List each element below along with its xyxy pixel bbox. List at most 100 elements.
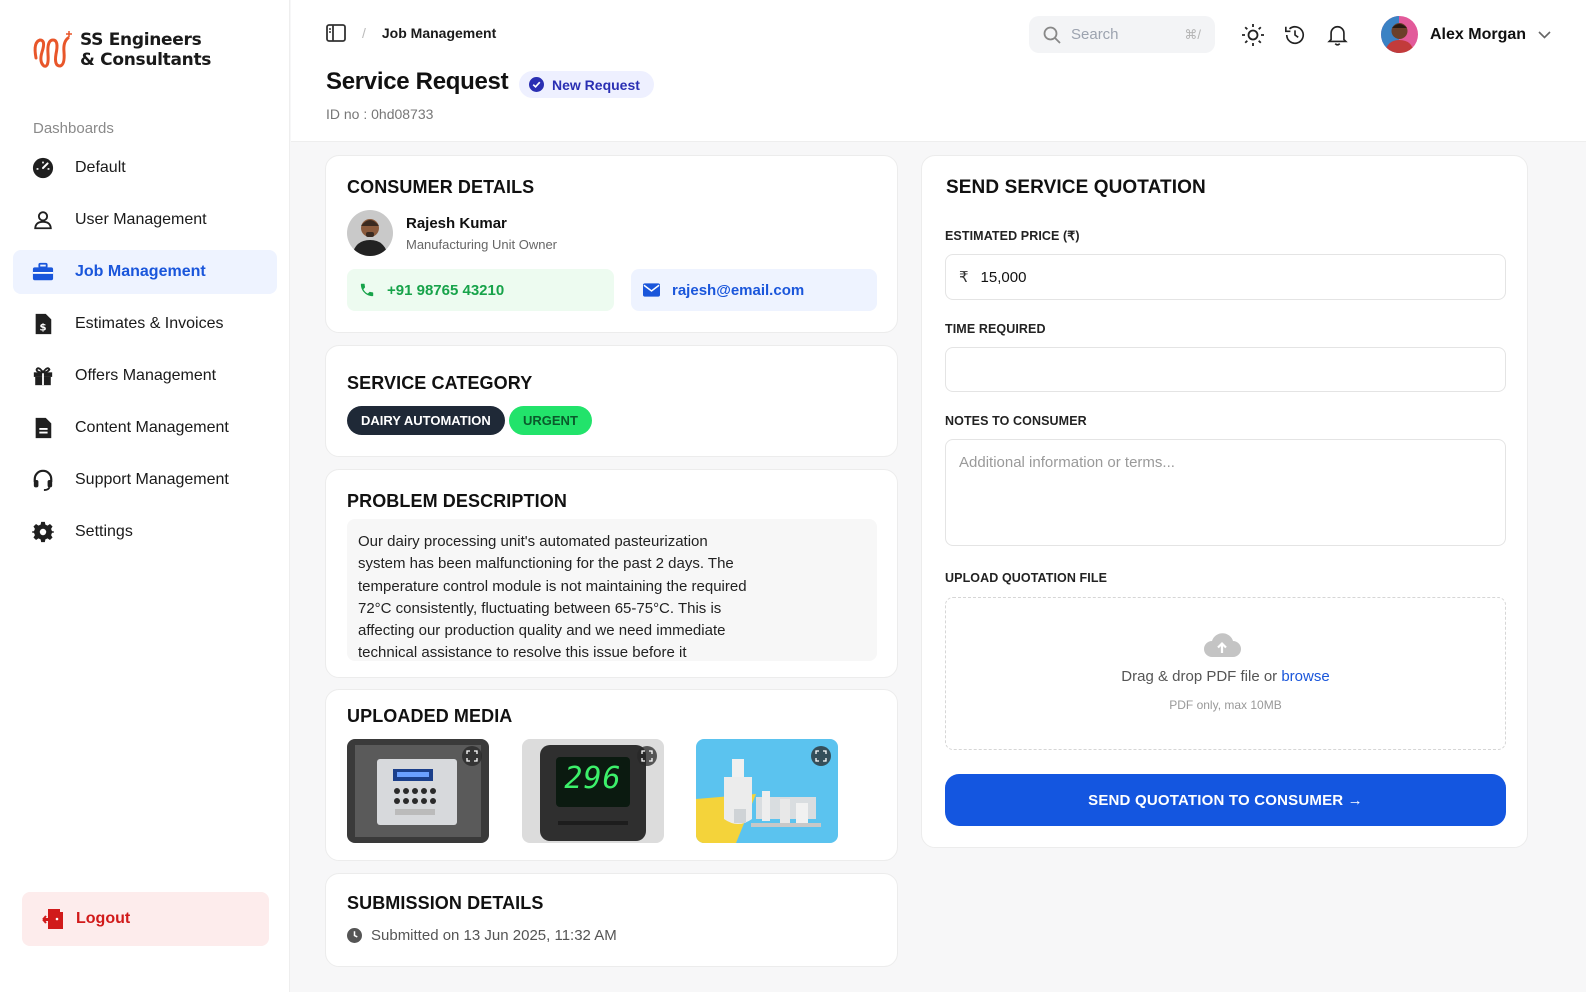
cloud-upload-icon <box>1204 633 1241 657</box>
file-dropzone[interactable]: Drag & drop PDF file or browse PDF only,… <box>945 597 1506 750</box>
history-icon[interactable] <box>1282 22 1308 48</box>
consumer-email-text: rajesh@email.com <box>672 281 805 299</box>
notification-bell-icon[interactable] <box>1324 22 1350 48</box>
sidebar-item-settings[interactable]: Settings <box>13 510 277 554</box>
urgent-tag: URGENT <box>509 406 592 435</box>
brand-name: SS Engineers & Consultants <box>80 30 212 70</box>
sidebar-item-label: Job Management <box>75 263 206 280</box>
service-category-card: SERVICE CATEGORY DAIRY AUTOMATION URGENT <box>325 345 898 457</box>
time-required-input[interactable] <box>945 347 1506 392</box>
submission-timestamp: Submitted on 13 Jun 2025, 11:32 AM <box>347 927 617 944</box>
invoice-icon: $ <box>31 312 55 336</box>
sidebar-item-label: User Management <box>75 211 207 228</box>
media-thumbnail[interactable] <box>347 739 489 843</box>
estimated-price-value: 15,000 <box>980 268 1027 286</box>
browse-link[interactable]: browse <box>1281 668 1329 685</box>
send-quotation-card: SEND SERVICE QUOTATION ESTIMATED PRICE (… <box>921 155 1528 848</box>
notes-placeholder: Additional information or terms... <box>959 454 1175 471</box>
breadcrumb-current[interactable]: Job Management <box>382 25 496 41</box>
search-placeholder: Search <box>1071 26 1119 43</box>
user-menu[interactable]: Alex Morgan <box>1381 16 1551 53</box>
sidebar-item-offers-management[interactable]: Offers Management <box>13 354 277 398</box>
dropzone-hint: PDF only, max 10MB <box>1169 698 1282 712</box>
consumer-role: Manufacturing Unit Owner <box>406 236 558 252</box>
submission-details-card: SUBMISSION DETAILS Submitted on 13 Jun 2… <box>325 873 898 967</box>
gear-icon <box>31 520 55 544</box>
submission-details-heading: SUBMISSION DETAILS <box>347 893 544 913</box>
service-category-heading: SERVICE CATEGORY <box>347 373 533 393</box>
sidebar-item-estimates-invoices[interactable]: $ Estimates & Invoices <box>13 302 277 346</box>
expand-icon[interactable] <box>462 746 482 766</box>
estimated-price-input[interactable]: ₹ 15,000 <box>945 254 1506 300</box>
sidebar-item-job-management[interactable]: Job Management <box>13 250 277 294</box>
logout-label: Logout <box>76 910 131 927</box>
sidebar-item-label: Content Management <box>75 419 229 436</box>
sidebar-item-default[interactable]: Default <box>13 146 277 190</box>
problem-description-heading: PROBLEM DESCRIPTION <box>347 491 567 511</box>
avatar <box>347 210 393 256</box>
clock-icon <box>347 928 362 943</box>
consumer-email[interactable]: rajesh@email.com <box>631 269 877 311</box>
category-tag: DAIRY AUTOMATION <box>347 406 505 435</box>
breadcrumb-separator: / <box>362 25 366 41</box>
request-id: ID no : 0hd08733 <box>326 106 434 122</box>
brand-logo[interactable]: SS Engineers & Consultants <box>30 28 211 72</box>
time-required-label: TIME REQUIRED <box>945 322 1046 336</box>
page-title: Service Request <box>326 68 509 95</box>
notes-textarea[interactable]: Additional information or terms... <box>945 439 1506 546</box>
expand-icon[interactable] <box>637 746 657 766</box>
sidebar-item-user-management[interactable]: User Management <box>13 198 277 242</box>
dashboard-gauge-icon <box>31 156 55 180</box>
problem-description-text: Our dairy processing unit's automated pa… <box>347 519 877 661</box>
rupee-icon: ₹ <box>959 269 969 286</box>
sidebar-item-support-management[interactable]: Support Management <box>13 458 277 502</box>
consumer-name: Rajesh Kumar <box>406 214 507 232</box>
status-badge-label: New Request <box>552 76 640 93</box>
send-quotation-button[interactable]: SEND QUOTATION TO CONSUMER → <box>945 774 1506 826</box>
uploaded-media-heading: UPLOADED MEDIA <box>347 706 513 726</box>
svg-text:$: $ <box>39 322 46 333</box>
sidebar-item-label: Settings <box>75 523 133 540</box>
problem-description-card: PROBLEM DESCRIPTION Our dairy processing… <box>325 469 898 678</box>
sidebar-item-label: Default <box>75 159 126 176</box>
headset-icon <box>31 468 55 492</box>
expand-icon[interactable] <box>811 746 831 766</box>
temperature-display-reading: 296 <box>564 761 622 796</box>
breadcrumb: / Job Management <box>326 24 496 42</box>
mail-icon <box>643 283 660 297</box>
sidebar-item-content-management[interactable]: Content Management <box>13 406 277 450</box>
sidebar-item-label: Support Management <box>75 471 229 488</box>
sidebar-item-label: Estimates & Invoices <box>75 315 224 332</box>
logout-button[interactable]: Logout <box>22 892 269 946</box>
logout-door-icon <box>42 908 66 930</box>
sidebar-nav: Default User Management Job Management $… <box>13 146 277 562</box>
media-thumbnail[interactable]: 296 <box>522 739 664 843</box>
search-input[interactable]: Search ⌘/ <box>1029 16 1215 53</box>
top-header: / Job Management Service Request New Req… <box>291 0 1586 142</box>
estimated-price-label: ESTIMATED PRICE (₹) <box>945 229 1080 243</box>
user-icon <box>31 208 55 232</box>
search-icon <box>1043 26 1061 44</box>
media-thumbnail[interactable] <box>696 739 838 843</box>
nav-section-label: Dashboards <box>33 120 114 137</box>
consumer-details-heading: CONSUMER DETAILS <box>347 177 535 197</box>
gift-icon <box>31 364 55 388</box>
phone-icon <box>360 283 374 297</box>
send-quotation-heading: SEND SERVICE QUOTATION <box>946 177 1206 198</box>
consumer-profile: Rajesh Kumar Manufacturing Unit Owner <box>347 210 557 256</box>
upload-label: UPLOAD QUOTATION FILE <box>945 571 1108 585</box>
consumer-phone[interactable]: +91 98765 43210 <box>347 269 614 311</box>
search-shortcut: ⌘/ <box>1184 26 1201 42</box>
uploaded-media-card: UPLOADED MEDIA 296 <box>325 689 898 861</box>
sidebar-toggle-icon[interactable] <box>326 24 346 42</box>
consumer-phone-text: +91 98765 43210 <box>387 281 505 299</box>
dropzone-text: Drag & drop PDF file or browse <box>1121 668 1330 685</box>
consumer-details-card: CONSUMER DETAILS Rajesh Kumar Manufactur… <box>325 155 898 333</box>
notes-label: NOTES TO CONSUMER <box>945 414 1087 428</box>
theme-toggle-sun-icon[interactable] <box>1240 22 1266 48</box>
avatar <box>1381 16 1418 53</box>
user-name: Alex Morgan <box>1430 25 1527 43</box>
chevron-down-icon <box>1538 30 1551 39</box>
status-badge: New Request <box>519 71 654 98</box>
sidebar-item-label: Offers Management <box>75 367 217 384</box>
